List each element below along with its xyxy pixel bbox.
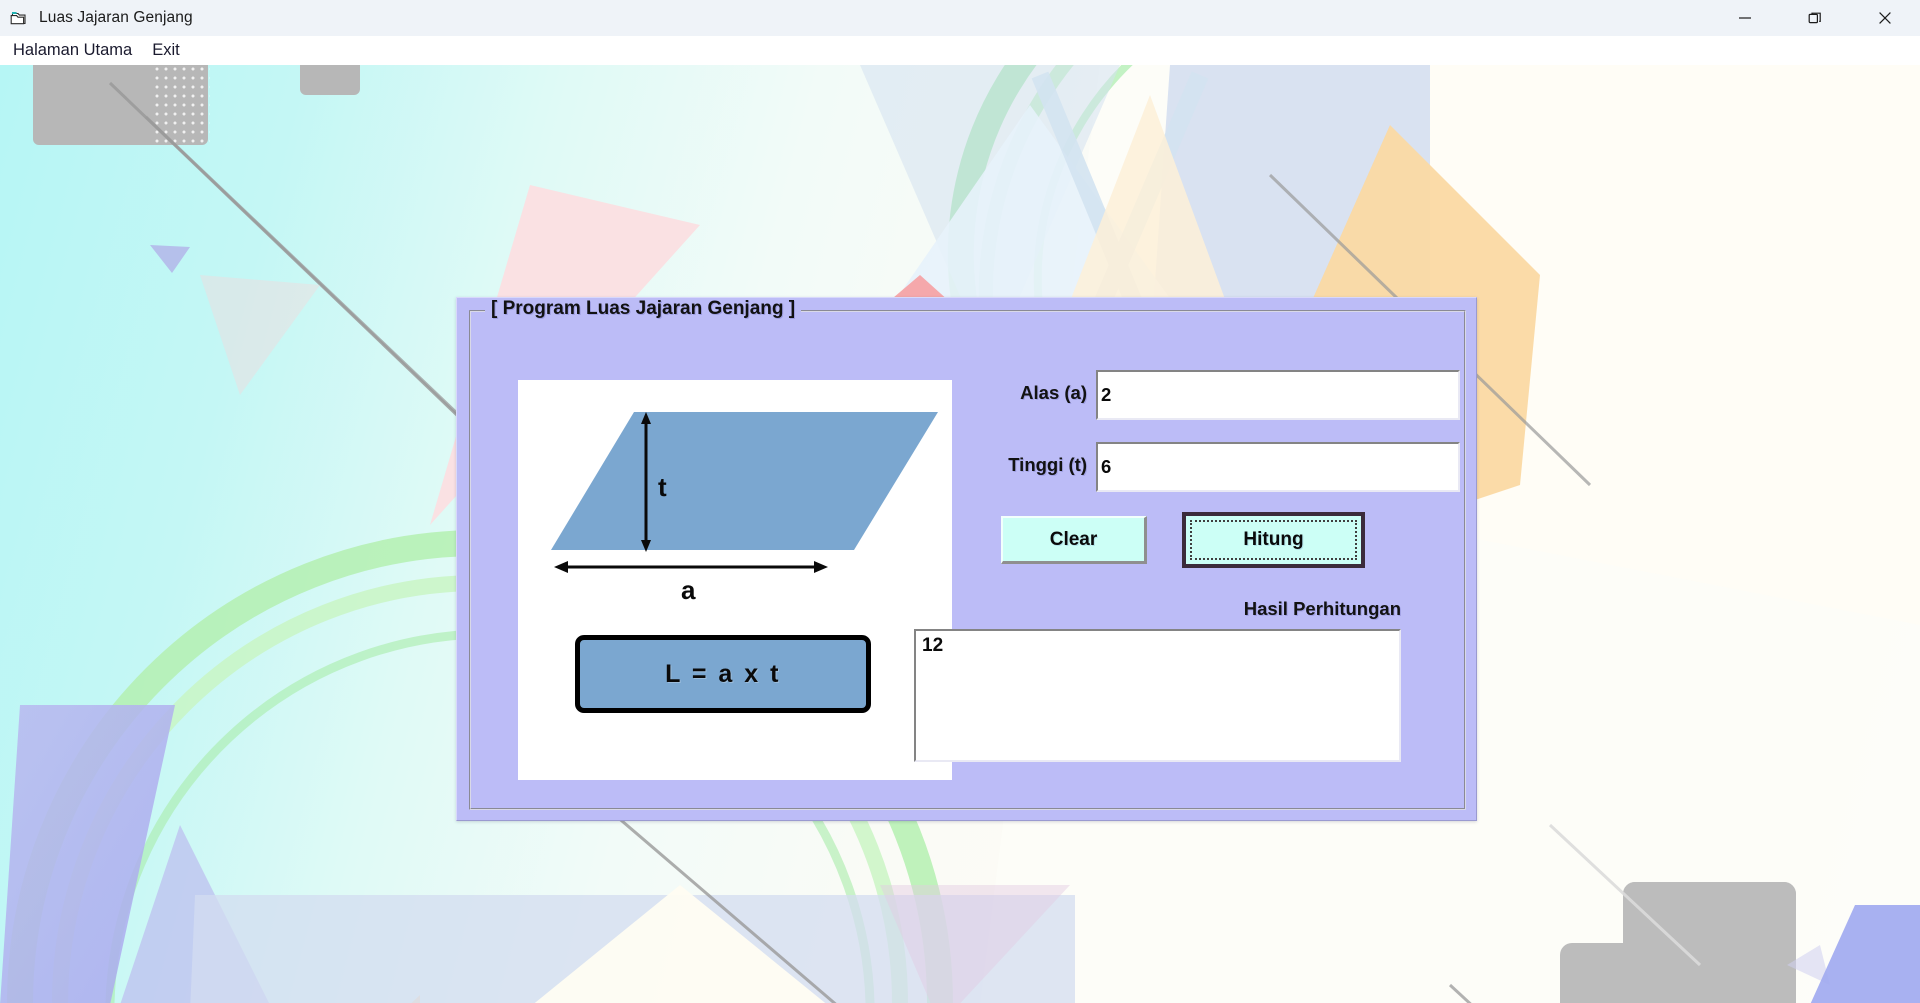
minimize-icon: [1739, 17, 1751, 19]
button-row: Clear Hitung: [1001, 512, 1401, 568]
parallelogram-diagram: [551, 412, 938, 573]
menu-bar: Halaman Utama Exit: [0, 36, 1920, 65]
main-form-panel: [ Program Luas Jajaran Genjang ] t a L =…: [456, 297, 1477, 821]
label-alas: Alas (a): [1020, 382, 1087, 403]
close-button[interactable]: [1850, 0, 1920, 36]
minimize-button[interactable]: [1710, 0, 1780, 36]
input-tinggi[interactable]: [1096, 442, 1460, 492]
title-bar: Luas Jajaran Genjang: [0, 0, 1920, 36]
window-title: Luas Jajaran Genjang: [39, 9, 193, 26]
hitung-button-label: Hitung: [1243, 529, 1304, 550]
restore-icon: [1808, 12, 1821, 24]
hitung-button[interactable]: Hitung: [1182, 512, 1365, 568]
parallelogram-shape: [551, 412, 938, 550]
clear-button[interactable]: Clear: [1001, 516, 1147, 564]
diagram-panel: t a L = a x t: [518, 380, 952, 780]
program-group-box: [ Program Luas Jajaran Genjang ] t a L =…: [469, 298, 1466, 810]
menu-item-exit[interactable]: Exit: [143, 39, 189, 62]
close-icon: [1879, 12, 1891, 24]
formula-text: L = a x t: [665, 659, 781, 688]
restore-button[interactable]: [1780, 0, 1850, 36]
menu-item-halaman-utama[interactable]: Halaman Utama: [4, 39, 141, 62]
result-output[interactable]: [914, 629, 1401, 762]
application-window: Luas Jajaran Genjang Halaman Utama Exit …: [0, 0, 1920, 1003]
field-row-tinggi: Tinggi (t): [986, 442, 1460, 492]
formula-box: L = a x t: [575, 635, 871, 713]
focus-rectangle: Hitung: [1190, 520, 1357, 560]
field-row-alas: Alas (a): [1001, 370, 1460, 420]
height-label: t: [658, 472, 667, 502]
base-label: a: [681, 575, 696, 605]
result-label: Hasil Perhitungan: [1243, 598, 1401, 619]
input-alas[interactable]: [1096, 370, 1460, 420]
window-app-icon: [9, 8, 29, 28]
group-box-title: [ Program Luas Jajaran Genjang ]: [485, 298, 802, 320]
label-tinggi: Tinggi (t): [1008, 454, 1087, 475]
window-controls: [1710, 0, 1920, 36]
